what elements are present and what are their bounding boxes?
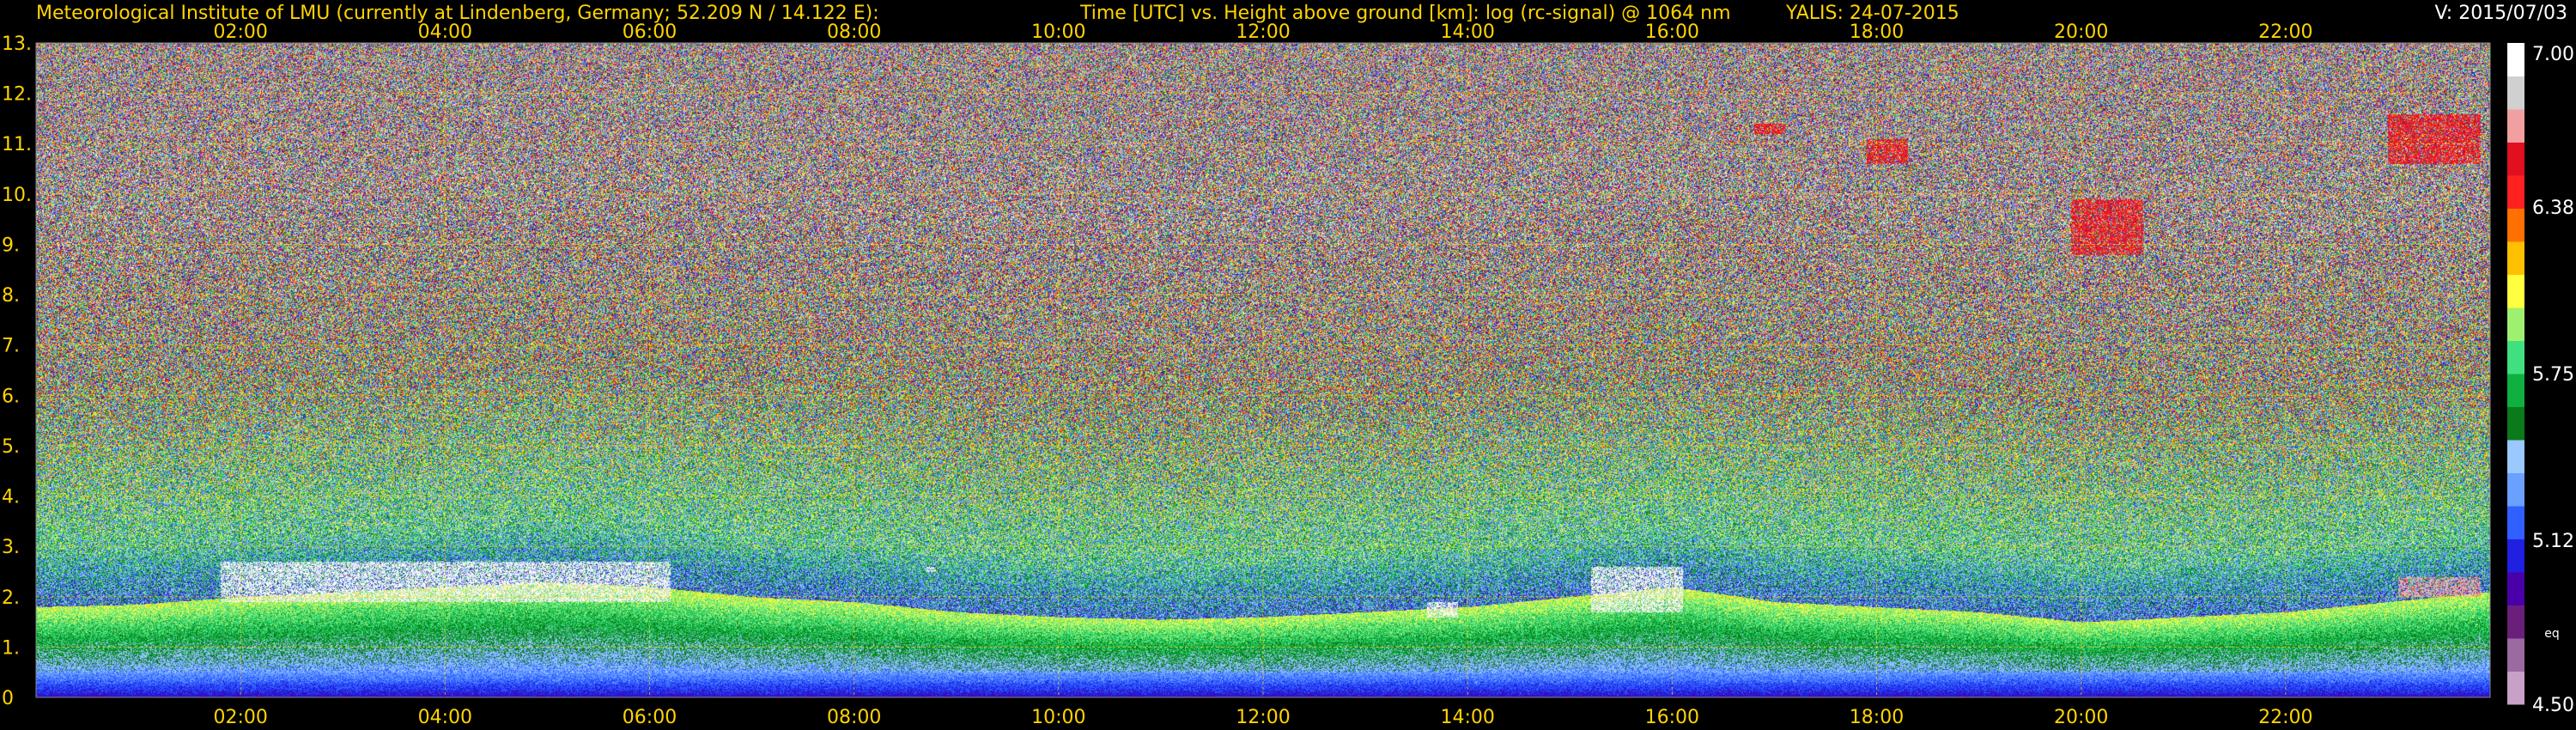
colorbar-tick-label: 6.38 <box>2532 198 2574 219</box>
x-tick-label-top: 02:00 <box>213 21 267 43</box>
x-tick-label-bottom: 02:00 <box>213 707 267 728</box>
colorbar-segment <box>2507 572 2524 605</box>
version-label: V: 2015/07/03 <box>2435 3 2567 24</box>
y-tick-label: 8. <box>2 285 20 307</box>
y-tick-label: 13. <box>2 33 32 55</box>
x-tick-label-top: 08:00 <box>827 21 881 43</box>
colorbar-segment <box>2507 109 2524 143</box>
colorbar-segment <box>2507 76 2524 110</box>
x-tick-label-bottom: 22:00 <box>2258 707 2312 728</box>
colorbar-segment <box>2507 374 2524 407</box>
x-tick-label-top: 16:00 <box>1645 21 1699 43</box>
colorbar-segment <box>2507 340 2524 374</box>
y-tick-label: 4. <box>2 487 20 508</box>
colorbar-segment <box>2507 175 2524 209</box>
y-tick-label: 2. <box>2 587 20 609</box>
x-tick-label-bottom: 12:00 <box>1236 707 1290 728</box>
colorbar-segment <box>2507 274 2524 308</box>
y-tick-label: 11. <box>2 134 32 155</box>
colorbar-tick-label: 4.50 <box>2532 695 2574 716</box>
colorbar-segment <box>2507 538 2524 573</box>
x-tick-label-bottom: 18:00 <box>1850 707 1904 728</box>
x-tick-label-bottom: 06:00 <box>623 707 677 728</box>
y-tick-label: 0 <box>2 688 14 709</box>
colorbar-segment <box>2507 605 2524 639</box>
y-tick-label: 1. <box>2 637 20 659</box>
y-tick-label: 10. <box>2 185 32 206</box>
colorbar-segment <box>2507 638 2524 672</box>
x-tick-label-top: 06:00 <box>623 21 677 43</box>
x-tick-label-top: 12:00 <box>1236 21 1290 43</box>
colorbar-segment <box>2507 307 2524 341</box>
colorbar-segment <box>2507 406 2524 441</box>
x-tick-label-top: 04:00 <box>418 21 472 43</box>
colorbar-segment <box>2507 241 2524 275</box>
colorbar-tick-label: 7.00 <box>2532 44 2574 65</box>
colorbar-segment <box>2507 208 2524 242</box>
y-tick-label: 6. <box>2 386 20 407</box>
colorbar-unit-note: eq <box>2544 627 2560 641</box>
colorbar-segment <box>2507 472 2524 507</box>
x-tick-label-bottom: 14:00 <box>1440 707 1494 728</box>
colorbar-tick-label: 5.75 <box>2532 364 2574 386</box>
colorbar-segment <box>2507 506 2524 539</box>
colorbar-tick-label: 5.12 <box>2532 531 2574 552</box>
x-tick-label-bottom: 20:00 <box>2054 707 2108 728</box>
y-tick-label: 9. <box>2 234 20 256</box>
y-tick-label: 12. <box>2 84 32 106</box>
lidar-plot: Meteorological Institute of LMU (current… <box>0 0 2576 730</box>
y-tick-label: 7. <box>2 336 20 357</box>
lidar-figure: Meteorological Institute of LMU (current… <box>0 0 2576 730</box>
x-tick-label-bottom: 08:00 <box>827 707 881 728</box>
y-tick-label: 3. <box>2 537 20 558</box>
x-tick-label-top: 20:00 <box>2054 21 2108 43</box>
colorbar-segment <box>2507 43 2524 76</box>
colorbar-segment <box>2507 671 2524 705</box>
colorbar-segment <box>2507 142 2524 176</box>
x-tick-label-top: 10:00 <box>1031 21 1085 43</box>
x-tick-label-top: 14:00 <box>1440 21 1494 43</box>
colorbar-segment <box>2507 440 2524 473</box>
plot-title: Time [UTC] vs. Height above ground [km]:… <box>1079 3 1731 24</box>
x-tick-label-top: 22:00 <box>2258 21 2312 43</box>
x-tick-label-bottom: 16:00 <box>1645 707 1699 728</box>
y-tick-label: 5. <box>2 436 20 458</box>
x-tick-label-bottom: 04:00 <box>418 707 472 728</box>
x-tick-label-bottom: 10:00 <box>1031 707 1085 728</box>
x-tick-label-top: 18:00 <box>1850 21 1904 43</box>
